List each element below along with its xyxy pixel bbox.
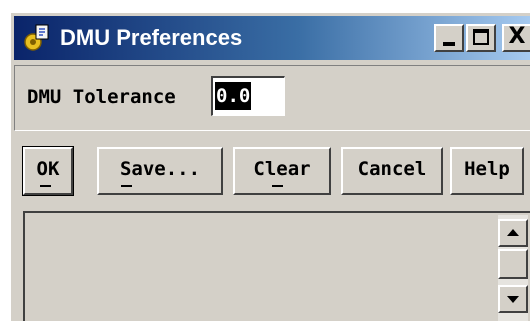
dmu-preferences-dialog: DMU Preferences X DMU Tolerance 0.0 OK S… — [10, 12, 530, 321]
output-list[interactable] — [23, 211, 530, 321]
ok-button[interactable]: OK — [22, 146, 74, 196]
ok-button-label: OK — [36, 158, 60, 180]
close-icon: X — [508, 24, 526, 49]
clear-button[interactable]: Clear — [233, 147, 331, 195]
mnemonic-underline — [40, 185, 51, 187]
help-button-label: Help — [464, 158, 510, 180]
tolerance-value: 0.0 — [215, 82, 252, 110]
app-icon — [24, 24, 49, 51]
scroll-up-button[interactable] — [498, 219, 528, 247]
scroll-thumb[interactable] — [498, 249, 528, 279]
scroll-down-button[interactable] — [498, 285, 528, 313]
mnemonic-underline — [121, 185, 132, 187]
minimize-button[interactable] — [434, 24, 464, 52]
close-button[interactable]: X — [502, 24, 530, 52]
minimize-icon — [443, 42, 455, 46]
cancel-button[interactable]: Cancel — [341, 147, 443, 195]
mnemonic-underline — [272, 185, 283, 187]
clear-button-label: Clear — [253, 158, 311, 180]
arrow-up-icon — [507, 229, 519, 236]
title-bar[interactable]: DMU Preferences X — [14, 16, 530, 60]
cancel-button-label: Cancel — [357, 158, 427, 180]
help-button[interactable]: Help — [450, 147, 524, 195]
save-button-label: Save... — [119, 158, 201, 180]
arrow-down-icon — [507, 296, 519, 303]
maximize-icon — [473, 29, 489, 45]
window-title: DMU Preferences — [60, 25, 243, 50]
save-button[interactable]: Save... — [97, 147, 223, 195]
maximize-button[interactable] — [466, 24, 496, 52]
tolerance-label: DMU Tolerance — [27, 86, 176, 108]
tolerance-input[interactable]: 0.0 — [211, 76, 285, 116]
tolerance-panel: DMU Tolerance 0.0 — [14, 65, 530, 131]
vertical-scrollbar[interactable] — [498, 215, 528, 321]
